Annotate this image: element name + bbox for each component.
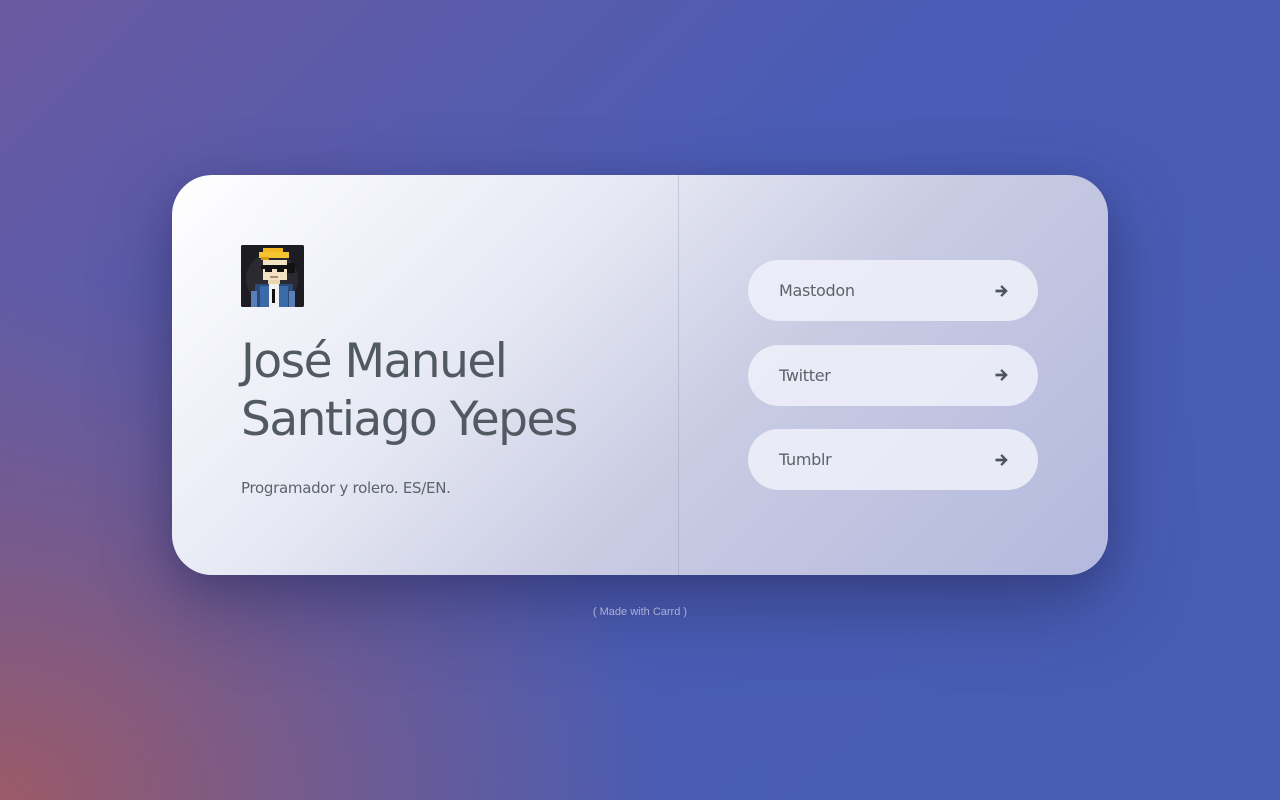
mastodon-link-button[interactable]: Mastodon bbox=[748, 260, 1038, 321]
link-label: Mastodon bbox=[779, 281, 855, 300]
arrow-right-icon bbox=[995, 369, 1008, 381]
made-with-carrd-link[interactable]: ( Made with Carrd ) bbox=[0, 606, 1280, 618]
name-line-1: José Manuel bbox=[241, 334, 508, 389]
page-title: José Manuel Santiago Yepes bbox=[241, 333, 661, 449]
link-label: Twitter bbox=[779, 365, 831, 385]
twitter-link-button[interactable]: Twitter bbox=[748, 344, 1038, 406]
links-list: Mastodon Twitter Tumblr bbox=[748, 260, 1038, 514]
arrow-right-icon bbox=[995, 284, 1008, 297]
tagline: Programador y rolero. ES/EN. bbox=[241, 479, 451, 497]
avatar bbox=[241, 245, 304, 307]
profile-section: José Manuel Santiago Yepes Programador y… bbox=[172, 175, 679, 575]
name-line-2: Santiago Yepes bbox=[241, 392, 578, 447]
profile-card: José Manuel Santiago Yepes Programador y… bbox=[172, 175, 1108, 575]
link-label: Tumblr bbox=[779, 450, 832, 469]
tumblr-link-button[interactable]: Tumblr bbox=[748, 429, 1038, 490]
links-section: Mastodon Twitter Tumblr bbox=[679, 175, 1108, 575]
arrow-right-icon bbox=[995, 453, 1008, 466]
pixel-portrait-icon bbox=[241, 245, 304, 307]
